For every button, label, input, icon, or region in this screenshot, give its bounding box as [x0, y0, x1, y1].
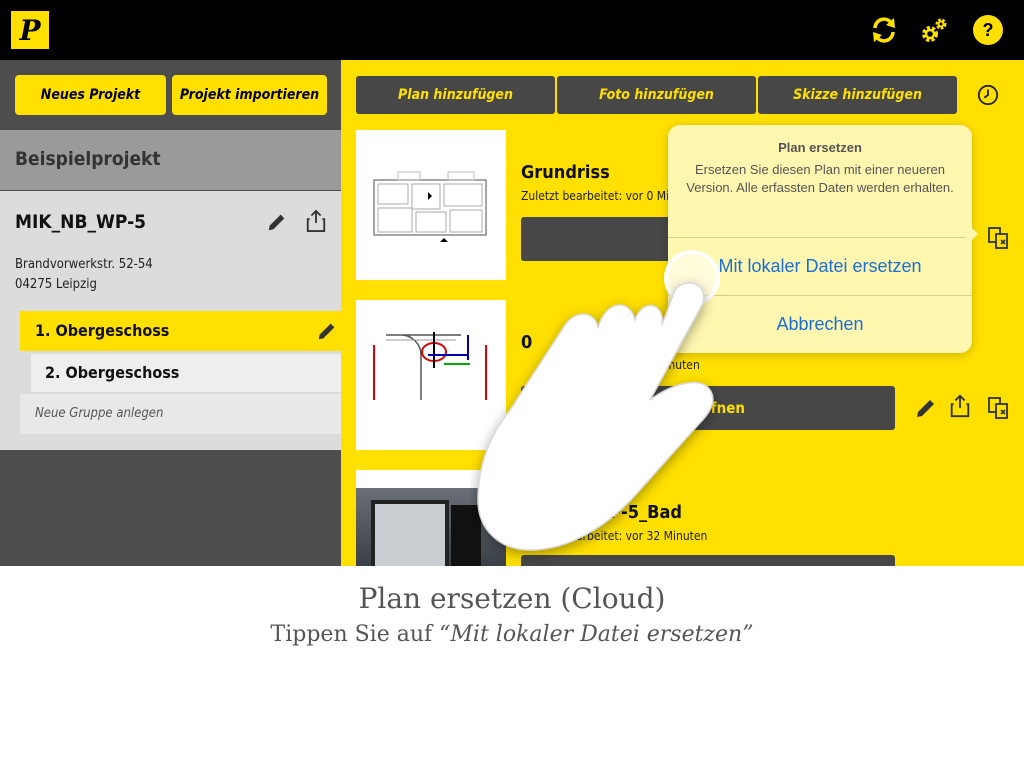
project-address-city: 04275 Leipzig [15, 277, 97, 292]
popover-arrow [966, 222, 978, 246]
plan-thumbnail-grundriss[interactable] [356, 130, 506, 280]
share-project-icon[interactable] [305, 209, 327, 233]
caption-subtitle-quote: “Mit lokaler Datei ersetzen” [439, 622, 754, 647]
replace-plan-icon[interactable] [987, 396, 1011, 420]
clock-icon[interactable] [977, 84, 999, 106]
help-button[interactable]: ? [973, 15, 1003, 45]
add-sketch-button[interactable]: Skizze hinzufügen [758, 76, 957, 114]
plan-title: 0 [521, 332, 533, 353]
edit-project-icon[interactable] [266, 211, 288, 233]
plan-thumbnail-sketch[interactable] [356, 300, 506, 450]
floor-item-1-obergeschoss[interactable]: 1. Obergeschoss [20, 311, 341, 351]
project-header[interactable]: Beispielprojekt [0, 130, 341, 190]
project-address-street: Brandvorwerkstr. 52-54 [15, 257, 153, 272]
edit-floor-icon[interactable] [316, 320, 338, 342]
plan-last-edited: Zuletzt bearbeitet: vor 32 Minuten [521, 529, 708, 543]
floor-label: 2. Obergeschoss [45, 363, 180, 382]
top-bar: P ? [0, 0, 1024, 60]
open-plan-button[interactable] [521, 555, 895, 566]
plan-last-edited: / Minuten [649, 358, 700, 372]
add-plan-button[interactable]: Plan hinzufügen [356, 76, 555, 114]
add-photo-button[interactable]: Foto hinzufügen [557, 76, 756, 114]
caption-title: Plan ersetzen (Cloud) [358, 582, 666, 615]
plan-title: Grundriss [521, 162, 610, 183]
open-plan-button[interactable]: öffnen [521, 386, 895, 430]
app-logo[interactable]: P [11, 11, 49, 49]
plan-title: K_NB_WP-5_Bad [537, 502, 682, 523]
replace-plan-icon[interactable] [987, 226, 1011, 250]
edit-plan-icon[interactable] [914, 396, 938, 420]
import-project-button[interactable]: Projekt importieren [172, 75, 327, 115]
new-group-label: Neue Gruppe anlegen [35, 406, 164, 421]
replace-with-local-file-button[interactable]: Mit lokaler Datei ersetzen [668, 238, 972, 294]
project-header-title: Beispielprojekt [15, 148, 161, 170]
open-plan-label: öffnen [696, 399, 745, 417]
new-project-button[interactable]: Neues Projekt [15, 75, 166, 115]
caption-subtitle: Tippen Sie auf “Mit lokaler Datei ersetz… [0, 622, 1024, 647]
gears-icon[interactable] [918, 14, 950, 46]
sync-icon[interactable] [868, 14, 900, 46]
replace-plan-popover: Plan ersetzen Ersetzen Sie diesen Plan m… [668, 125, 972, 353]
floor-item-2-obergeschoss[interactable]: 2. Obergeschoss [31, 354, 341, 392]
sidebar: Neues Projekt Projekt importieren Beispi… [0, 60, 341, 566]
popover-title: Plan ersetzen [778, 140, 862, 155]
floor-label: 1. Obergeschoss [35, 321, 170, 340]
project-name: MIK_NB_WP-5 [15, 211, 147, 233]
caption: Plan ersetzen (Cloud) Tippen Sie auf “Mi… [0, 566, 1024, 768]
new-group-button[interactable]: Neue Gruppe anlegen [20, 394, 341, 434]
popover-message: Ersetzen Sie diesen Plan mit einer neuer… [686, 162, 954, 195]
plan-last-edited: Zuletzt bearbeitet: vor 0 Mi [521, 189, 670, 203]
cancel-button[interactable]: Abbrechen [668, 296, 972, 352]
plan-thumbnail-bad[interactable] [356, 470, 506, 566]
share-plan-icon[interactable] [948, 394, 972, 418]
caption-subtitle-prefix: Tippen Sie auf [270, 622, 440, 647]
